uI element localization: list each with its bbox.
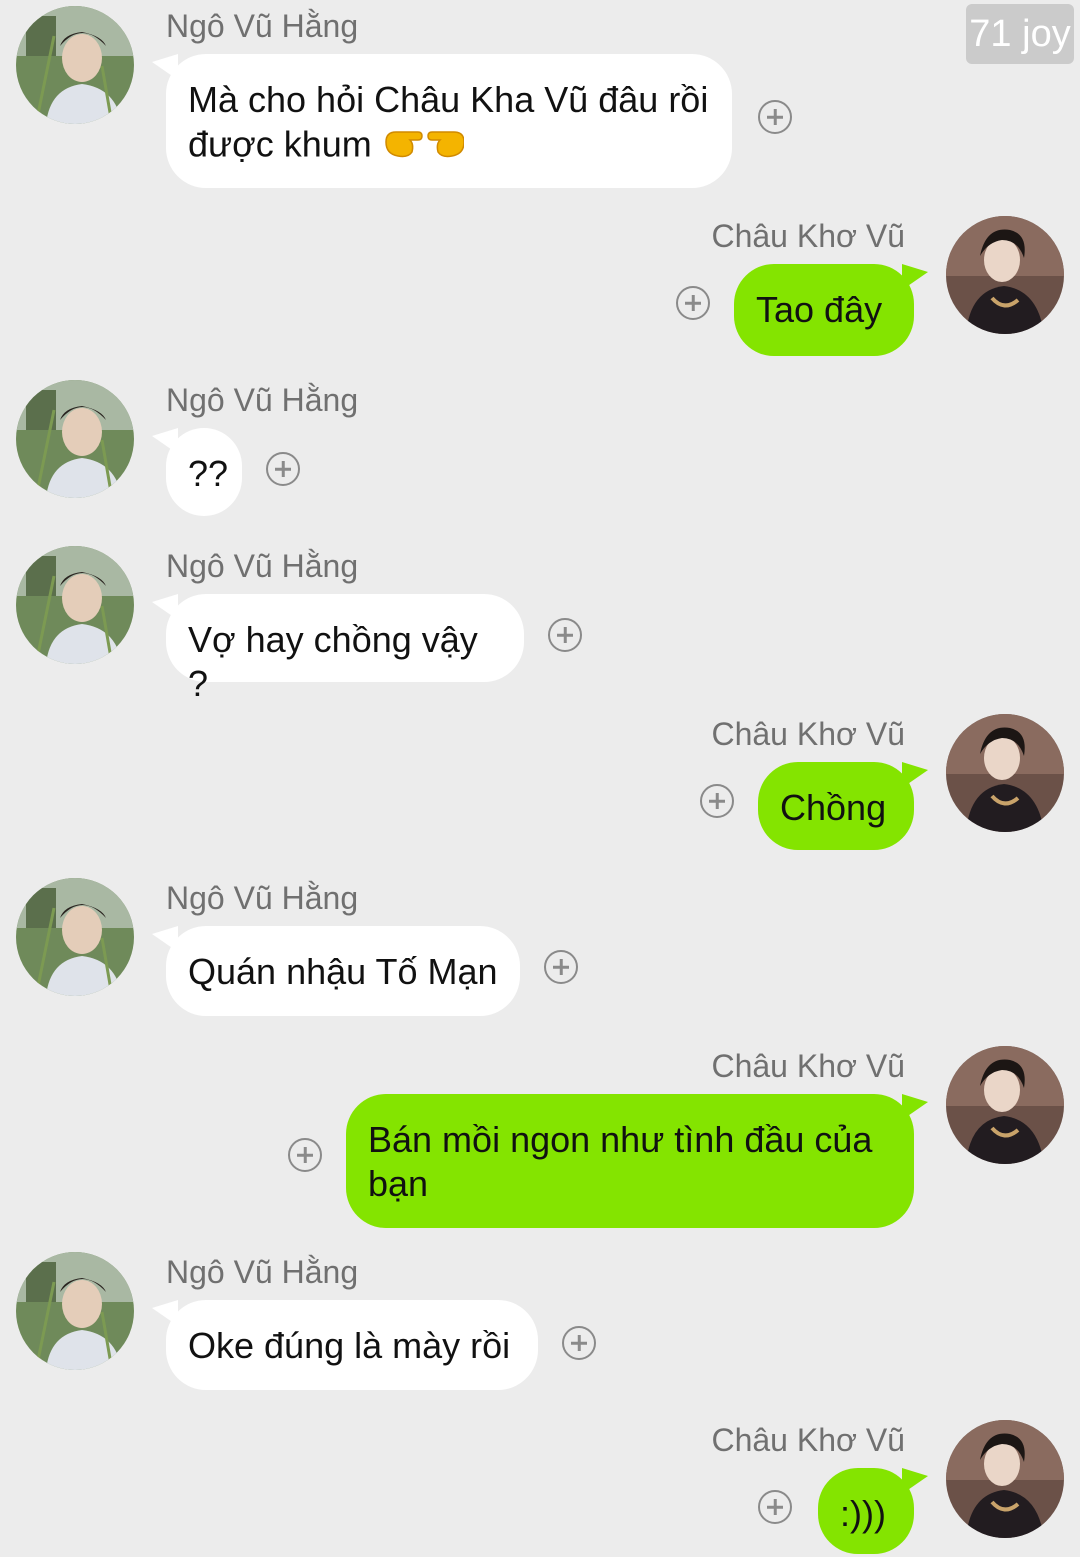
message-text: :))) <box>840 1493 886 1534</box>
plus-circle-icon[interactable] <box>758 100 792 134</box>
plus-circle-icon[interactable] <box>676 286 710 320</box>
avatar-image <box>946 714 1064 832</box>
message-bubble[interactable]: Mà cho hỏi Châu Kha Vũ đâu rồi được khum <box>166 54 732 188</box>
avatar[interactable] <box>946 1046 1064 1164</box>
plus-circle-icon[interactable] <box>544 950 578 984</box>
message-row: Ngô Vũ Hằng Oke đúng là mày rồi <box>0 1252 1080 1392</box>
avatar-image <box>16 6 134 124</box>
message-text: Oke đúng là mày rồi <box>188 1325 511 1366</box>
message-text: Tao đây <box>756 289 883 330</box>
avatar[interactable] <box>16 1252 134 1370</box>
message-row: Ngô Vũ Hằng Mà cho hỏi Châu Kha Vũ đâu r… <box>0 6 1080 188</box>
avatar[interactable] <box>16 878 134 996</box>
plus-circle-icon[interactable] <box>266 452 300 486</box>
message-text: ?? <box>188 453 229 494</box>
plus-circle-icon[interactable] <box>700 784 734 818</box>
message-bubble[interactable]: Vợ hay chồng vậy ? <box>166 594 524 704</box>
avatar-image <box>16 1252 134 1370</box>
message-row: Ngô Vũ Hằng Quán nhậu Tố Mạn <box>0 878 1080 1018</box>
message-row: Ngô Vũ Hằng ?? <box>0 380 1080 520</box>
avatar-image <box>16 878 134 996</box>
sender-name: Ngô Vũ Hằng <box>166 1254 359 1290</box>
avatar[interactable] <box>16 380 134 498</box>
plus-circle-icon[interactable] <box>562 1326 596 1360</box>
message-bubble[interactable]: Oke đúng là mày rồi <box>166 1300 538 1390</box>
sender-name: Ngô Vũ Hằng <box>166 382 359 418</box>
sender-name: Ngô Vũ Hằng <box>166 548 359 584</box>
avatar[interactable] <box>946 1420 1064 1538</box>
message-row: Châu Khơ Vũ Bán mồi ngon như tình đầu củ… <box>0 1046 1080 1228</box>
avatar-image <box>946 216 1064 334</box>
plus-circle-icon[interactable] <box>288 1138 322 1172</box>
sender-name: Châu Khơ Vũ <box>711 1422 905 1458</box>
message-bubble[interactable]: :))) <box>818 1468 914 1554</box>
avatar-image <box>946 1046 1064 1164</box>
sender-name: Châu Khơ Vũ <box>711 218 905 254</box>
sender-name: Châu Khơ Vũ <box>711 716 905 752</box>
message-text: Chồng <box>780 787 887 828</box>
avatar-image <box>946 1420 1064 1538</box>
message-row: Ngô Vũ Hằng Vợ hay chồng vậy ? <box>0 546 1080 704</box>
pointing-hands-emoji <box>382 122 465 172</box>
avatar-image <box>16 380 134 498</box>
avatar[interactable] <box>946 216 1064 334</box>
message-text: Vợ hay chồng vậy ? <box>188 619 478 704</box>
message-bubble[interactable]: Tao đây <box>734 264 914 356</box>
avatar-image <box>16 546 134 664</box>
message-row: Châu Khơ Vũ Chồng <box>0 714 1080 854</box>
plus-circle-icon[interactable] <box>548 618 582 652</box>
sender-name: Ngô Vũ Hằng <box>166 8 359 44</box>
message-bubble[interactable]: Bán mồi ngon như tình đầu của bạn <box>346 1094 914 1228</box>
avatar[interactable] <box>16 546 134 664</box>
message-row: Châu Khơ Vũ Tao đây <box>0 216 1080 356</box>
avatar[interactable] <box>16 6 134 124</box>
message-bubble[interactable]: Chồng <box>758 762 914 850</box>
message-row: Châu Khơ Vũ :))) <box>0 1420 1080 1557</box>
message-bubble[interactable]: ?? <box>166 428 242 516</box>
message-text: Bán mồi ngon như tình đầu của bạn <box>368 1119 873 1204</box>
plus-circle-icon[interactable] <box>758 1490 792 1524</box>
sender-name: Châu Khơ Vũ <box>711 1048 905 1084</box>
message-bubble[interactable]: Quán nhậu Tố Mạn <box>166 926 520 1016</box>
sender-name: Ngô Vũ Hằng <box>166 880 359 916</box>
message-text: Quán nhậu Tố Mạn <box>188 951 498 992</box>
avatar[interactable] <box>946 714 1064 832</box>
